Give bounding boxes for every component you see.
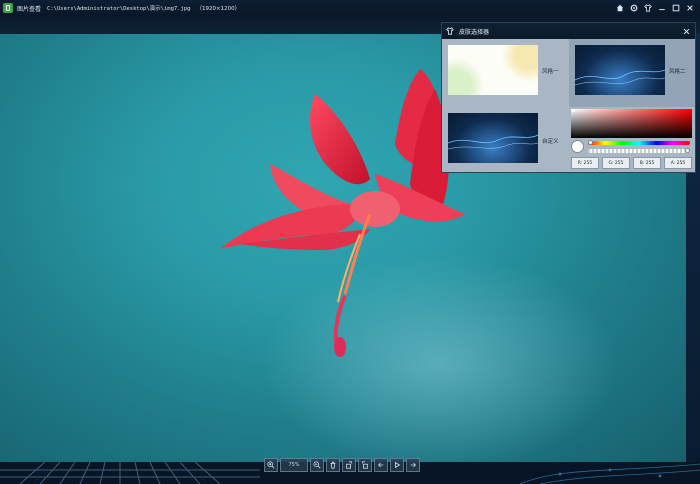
- b-value-field[interactable]: B: 255: [633, 157, 661, 169]
- alpha-slider[interactable]: [588, 149, 690, 153]
- arrow-left-icon: [378, 462, 384, 468]
- image-dimensions: （1920×1200）: [196, 6, 241, 12]
- g-value-field[interactable]: G: 255: [602, 157, 630, 169]
- zoom-out-icon: [313, 461, 321, 469]
- zoom-in-icon: [267, 461, 275, 469]
- minimize-button[interactable]: [656, 2, 668, 14]
- gear-icon: [630, 4, 638, 12]
- shirt-icon: [644, 4, 652, 12]
- rotate-right-button[interactable]: [358, 458, 372, 472]
- app-icon: [3, 3, 13, 13]
- maximize-button[interactable]: [670, 2, 682, 14]
- rotate-right-icon: [362, 461, 368, 469]
- flower-image: [220, 69, 465, 357]
- zoom-in-button[interactable]: [264, 458, 278, 472]
- rotate-left-button[interactable]: [342, 458, 356, 472]
- maximize-icon: [672, 4, 680, 12]
- file-path: C:\Users\Administrator\Desktop\演示\img7.j…: [47, 6, 191, 12]
- saturation-cursor[interactable]: [572, 109, 575, 112]
- next-button[interactable]: [406, 458, 420, 472]
- home-icon: [616, 4, 624, 12]
- home-button[interactable]: [614, 2, 626, 14]
- window-controls: [614, 2, 696, 14]
- skin-panel-close-button[interactable]: [681, 26, 691, 36]
- zoom-level[interactable]: 75%: [280, 458, 308, 472]
- arrow-right-icon: [410, 462, 416, 468]
- alpha-slider-knob[interactable]: [685, 148, 690, 153]
- theme-tile-style-2[interactable]: 风格二: [569, 39, 695, 107]
- theme-label-2: 风格二: [669, 69, 686, 75]
- close-button[interactable]: [684, 2, 696, 14]
- rotate-left-icon: [346, 461, 352, 469]
- skin-button[interactable]: [642, 2, 654, 14]
- minimize-icon: [659, 9, 665, 11]
- skin-panel-header: 皮肤选择器: [442, 23, 695, 39]
- saturation-field[interactable]: [571, 109, 692, 138]
- selected-color-swatch: [571, 140, 584, 153]
- theme-label-custom: 自定义: [542, 139, 559, 145]
- app-name: 图片查看: [17, 5, 42, 13]
- rgba-values: R: 255 G: 255 B: 255 A: 255: [571, 157, 692, 169]
- zoom-out-button[interactable]: [310, 458, 324, 472]
- hue-slider[interactable]: [588, 141, 690, 145]
- a-value-field[interactable]: A: 255: [664, 157, 692, 169]
- previous-button[interactable]: [374, 458, 388, 472]
- viewer-toolbar: 75%: [264, 458, 420, 472]
- settings-button[interactable]: [628, 2, 640, 14]
- close-icon: [687, 5, 693, 11]
- theme-thumbnail-1: [448, 45, 538, 95]
- r-value-field[interactable]: R: 255: [571, 157, 599, 169]
- theme-thumbnail-2: [575, 45, 665, 95]
- title-bar: 图片查看 C:\Users\Administrator\Desktop\演示\i…: [0, 0, 700, 16]
- delete-button[interactable]: [326, 458, 340, 472]
- trash-icon: [330, 461, 336, 469]
- theme-label-1: 风格一: [542, 69, 559, 75]
- color-picker: R: 255 G: 255 B: 255 A: 255: [569, 108, 694, 172]
- theme-tile-custom[interactable]: 自定义: [442, 107, 569, 173]
- play-button[interactable]: [390, 458, 404, 472]
- close-icon: [683, 28, 689, 34]
- hue-slider-knob[interactable]: [588, 140, 593, 145]
- shirt-icon: [446, 27, 454, 35]
- play-icon: [395, 461, 401, 469]
- theme-tile-style-1[interactable]: 风格一: [442, 39, 569, 107]
- theme-thumbnail-custom: [448, 113, 538, 163]
- skin-panel-title: 皮肤选择器: [459, 28, 490, 36]
